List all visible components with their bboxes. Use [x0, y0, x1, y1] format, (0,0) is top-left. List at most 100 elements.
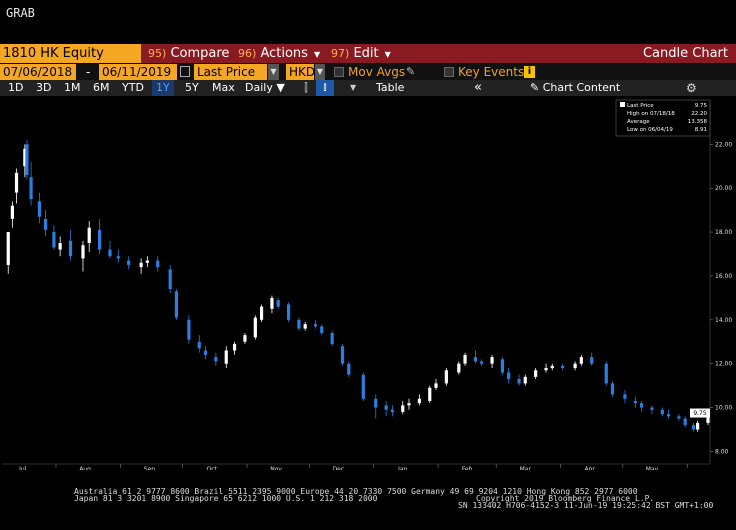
edit-menu[interactable]: 97) Edit ▼: [331, 44, 391, 63]
y-tick-label: 20.00: [715, 185, 732, 192]
candle-body: [507, 372, 511, 380]
candle-body: [303, 324, 307, 329]
ticker-field[interactable]: 1810 HK Equity: [0, 44, 141, 63]
y-tick-label: 12.00: [715, 361, 732, 368]
candle-body: [87, 227, 91, 244]
candle-body: [10, 205, 14, 219]
range-3d[interactable]: 3D: [36, 80, 51, 96]
candle-body: [604, 363, 608, 384]
candle-chart-icon[interactable]: ⫾: [316, 80, 334, 96]
candle-body: [253, 317, 257, 338]
candle-body: [276, 300, 280, 307]
x-tick-label: Dec: [333, 466, 345, 470]
candle-body: [561, 365, 565, 369]
key-events-label[interactable]: Key Events: [458, 64, 524, 80]
end-date-field[interactable]: 06/11/2019: [99, 64, 177, 80]
chart-style-dropdown-icon[interactable]: ▼: [350, 80, 356, 96]
candle-body: [633, 400, 637, 404]
table-button[interactable]: Table: [376, 80, 404, 96]
candle-body: [81, 245, 85, 259]
candle-body: [490, 357, 494, 364]
candle-body: [259, 306, 264, 320]
y-tick-label: 8.00: [715, 448, 729, 455]
candle-body: [444, 370, 448, 384]
chart-content-icon: ✎: [530, 81, 543, 94]
actions-label: Actions: [260, 46, 308, 61]
candle-body: [116, 256, 120, 259]
candle-body: [544, 368, 548, 371]
actions-menu[interactable]: 96) Actions ▼: [238, 44, 320, 63]
mov-avgs-checkbox[interactable]: [334, 67, 344, 77]
period-select[interactable]: Daily ▼: [245, 80, 285, 96]
legend-value: 9.75: [695, 103, 708, 109]
bar-chart-icon[interactable]: ⫿: [298, 80, 314, 96]
candle-body: [187, 319, 191, 340]
chart-content-button[interactable]: ✎ Chart Content: [530, 80, 620, 96]
key-events-checkbox[interactable]: [444, 67, 454, 77]
x-tick-label: Jul: [18, 466, 27, 470]
currency-dropdown-icon[interactable]: ▼: [315, 64, 325, 80]
candle-body: [58, 243, 62, 250]
pencil-icon[interactable]: ✎: [406, 64, 415, 80]
legend-value: 22.20: [691, 111, 707, 117]
price-dropdown-icon[interactable]: ▼: [268, 64, 279, 80]
candle-chart[interactable]: 8.0010.0012.0014.0016.0018.0020.0022.00 …: [0, 96, 736, 470]
start-date-field[interactable]: 07/06/2018: [0, 64, 76, 80]
compare-menu[interactable]: 95) Compare: [148, 44, 229, 63]
legend-label: High on 07/18/18: [627, 111, 675, 117]
range-1y[interactable]: 1Y: [152, 80, 174, 96]
candle-body: [37, 201, 41, 217]
currency-select[interactable]: HKD: [286, 64, 315, 80]
candle-body: [523, 376, 527, 384]
candle-body: [297, 319, 301, 329]
x-tick-label: Jan: [397, 466, 407, 470]
candle-body: [590, 357, 594, 364]
candle-body: [14, 172, 19, 193]
calendar-icon[interactable]: [180, 66, 190, 77]
candle-body: [203, 350, 208, 355]
gear-icon[interactable]: ⚙: [686, 80, 697, 96]
range-1m[interactable]: 1M: [64, 80, 81, 96]
candle-body: [44, 218, 48, 230]
chart-content-label: Chart Content: [542, 81, 621, 94]
range-5y[interactable]: 5Y: [185, 80, 199, 96]
x-tick-label: Feb: [462, 466, 473, 470]
edit-caret-icon: ▼: [384, 50, 391, 59]
price-field-select[interactable]: Last Price: [194, 64, 267, 80]
legend-label: Average: [627, 119, 650, 125]
info-icon[interactable]: i: [524, 66, 535, 78]
compare-label: Compare: [170, 46, 230, 61]
candle-body: [224, 350, 228, 364]
candle-body: [127, 260, 131, 265]
range-1d[interactable]: 1D: [8, 80, 23, 96]
candle-body: [68, 240, 73, 257]
candle-body: [25, 144, 29, 176]
candle-body: [666, 414, 671, 417]
collapse-icon[interactable]: «: [474, 80, 482, 96]
actions-num: 96): [238, 47, 257, 60]
candle-body: [401, 405, 405, 412]
candle-body: [361, 374, 365, 399]
candle-body: [500, 359, 505, 373]
candle-body: [691, 425, 696, 430]
edit-num: 97): [331, 47, 350, 60]
x-tick-label: Oct: [207, 466, 218, 470]
candle-body: [29, 177, 33, 200]
y-tick-label: 18.00: [715, 229, 732, 236]
range-6m[interactable]: 6M: [93, 80, 110, 96]
actions-caret-icon: ▼: [313, 50, 321, 59]
candle-body: [550, 365, 554, 369]
x-axis: JulAugSepOctNovDecJanFebMarAprMay2018201…: [2, 463, 710, 470]
range-bar: [0, 80, 736, 96]
candle-body: [197, 341, 201, 349]
candle-body: [97, 229, 102, 250]
candle-body: [232, 343, 237, 351]
mov-avgs-label[interactable]: Mov Avgs: [348, 64, 405, 80]
x-tick-label: Mar: [520, 466, 532, 470]
candle-body: [270, 297, 274, 309]
candle-body: [434, 383, 438, 388]
range-ytd[interactable]: YTD: [122, 80, 144, 96]
range-max[interactable]: Max: [212, 80, 235, 96]
footer-contacts-2: Japan 81 3 3201 8900 Singapore 65 6212 1…: [74, 494, 378, 503]
x-tick-label: Sep: [144, 466, 156, 470]
